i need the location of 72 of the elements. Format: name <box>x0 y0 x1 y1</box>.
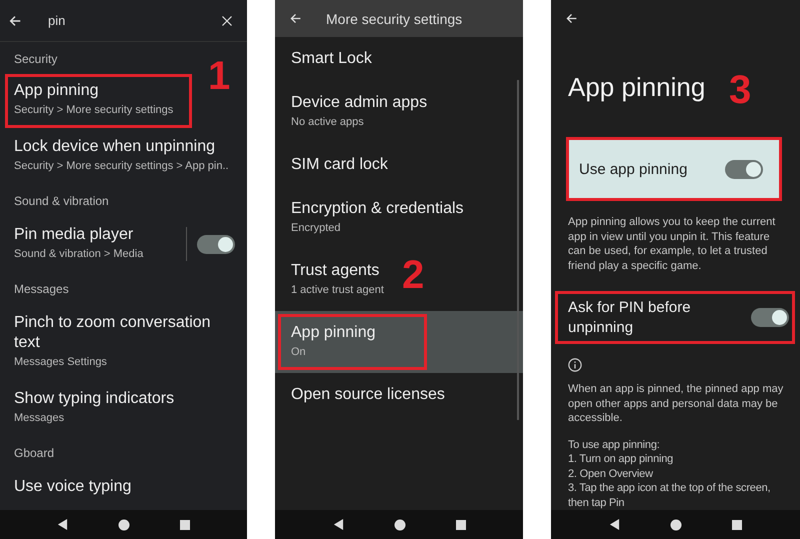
instruction-step: 1. Turn on app pinning <box>568 452 786 466</box>
recents-icon[interactable] <box>180 520 190 530</box>
settings-item[interactable]: Smart Lock <box>275 37 388 81</box>
step-number: 2 <box>402 255 424 295</box>
step-number: 3 <box>729 70 752 110</box>
toggle-switch[interactable] <box>751 308 789 328</box>
result-title: Show typing indicators <box>14 389 176 409</box>
notice-text: When an app is pinned, the pinned app may open other apps and personal data may be accessible. <box>567 382 784 426</box>
result-path: Messages <box>14 411 66 426</box>
toggle-switch[interactable] <box>725 160 763 179</box>
home-icon[interactable] <box>118 518 130 530</box>
back-arrow-icon[interactable] <box>8 14 22 28</box>
back-icon[interactable] <box>609 519 620 530</box>
step-number: 1 <box>208 56 230 96</box>
page-title: App pinning <box>568 71 706 103</box>
instructions-heading: To use app pinning: <box>568 438 661 452</box>
result-path: Security > More security settings > App pin.. <box>14 159 230 174</box>
search-field[interactable]: pin <box>48 13 221 28</box>
result-title: Pinch to zoom conversation text <box>14 313 212 353</box>
item-title: Device admin apps <box>291 93 428 113</box>
close-icon[interactable] <box>221 14 233 26</box>
search-result[interactable]: Lock device when unpinning Security > More security settings > App pin.. <box>0 128 247 184</box>
back-icon[interactable] <box>332 519 344 530</box>
item-subtitle: 1 active trust agent <box>291 283 384 298</box>
search-result[interactable]: Pinch to zoom conversation text Messages Settings <box>0 304 247 380</box>
setting-row[interactable]: Ask for PIN before unpinning <box>555 291 795 344</box>
description-text: App pinning allows you to keep the current app in view until you unpin it. This feature can be used, for example, to let a trusted friend play a specific game. <box>567 215 776 274</box>
home-icon[interactable] <box>670 518 682 530</box>
settings-item[interactable]: Device admin apps No active apps <box>275 81 444 143</box>
recents-icon[interactable] <box>456 520 466 530</box>
item-title: Open source licenses <box>291 385 445 405</box>
result-title: Use voice typing <box>14 477 132 497</box>
item-title: Smart Lock <box>291 49 372 69</box>
section-heading: Messages <box>13 281 70 298</box>
item-subtitle: On <box>291 345 307 360</box>
result-path: Sound & vibration > Media <box>14 247 144 262</box>
back-arrow-icon[interactable] <box>289 12 302 25</box>
toggle-switch[interactable] <box>197 234 235 254</box>
settings-item[interactable]: Trust agents 1 active trust agent <box>275 249 400 311</box>
settings-item[interactable]: Open source licenses <box>275 373 461 417</box>
instruction-step: 2. Open Overview <box>568 466 786 481</box>
setting-card[interactable]: Use app pinning <box>566 137 782 202</box>
result-path: Security > More security settings <box>14 103 174 118</box>
info-icon <box>568 358 582 372</box>
setting-label: Use app pinning <box>579 160 688 178</box>
instruction-step: 3. Tap the app icon at the top of the screen, then tap Pin <box>568 481 786 510</box>
settings-item[interactable]: SIM card lock <box>275 143 404 187</box>
recents-icon[interactable] <box>732 520 742 530</box>
result-path: Messages Settings <box>14 355 108 370</box>
screen-title: More security settings <box>326 10 462 26</box>
result-title: Pin media player <box>14 225 134 245</box>
search-result[interactable]: App pinning Security > More security settings <box>5 74 192 128</box>
setting-label: Ask for PIN before unpinning <box>568 298 692 338</box>
item-title: SIM card lock <box>291 155 388 175</box>
item-subtitle: No active apps <box>291 115 365 130</box>
settings-item[interactable]: App pinning On <box>275 311 523 373</box>
settings-item[interactable]: Encryption & credentials Encrypted <box>275 187 480 249</box>
section-heading: Security <box>13 51 58 68</box>
search-result[interactable]: Show typing indicators Messages <box>0 380 247 436</box>
item-title: Trust agents <box>291 261 380 281</box>
section-heading: Gboard <box>13 445 56 462</box>
result-title: Lock device when unpinning <box>14 137 216 157</box>
home-icon[interactable] <box>394 518 406 530</box>
back-arrow-icon[interactable] <box>565 12 578 25</box>
item-subtitle: Encrypted <box>291 221 342 236</box>
item-title: App pinning <box>291 323 376 343</box>
back-icon[interactable] <box>57 519 68 530</box>
result-title: App pinning <box>14 81 100 101</box>
item-title: Encryption & credentials <box>291 199 464 219</box>
section-heading: Sound & vibration <box>13 193 110 210</box>
search-result[interactable]: Use voice typing <box>0 468 247 506</box>
search-result[interactable]: Pin media player Sound & vibration > Media <box>0 216 186 272</box>
